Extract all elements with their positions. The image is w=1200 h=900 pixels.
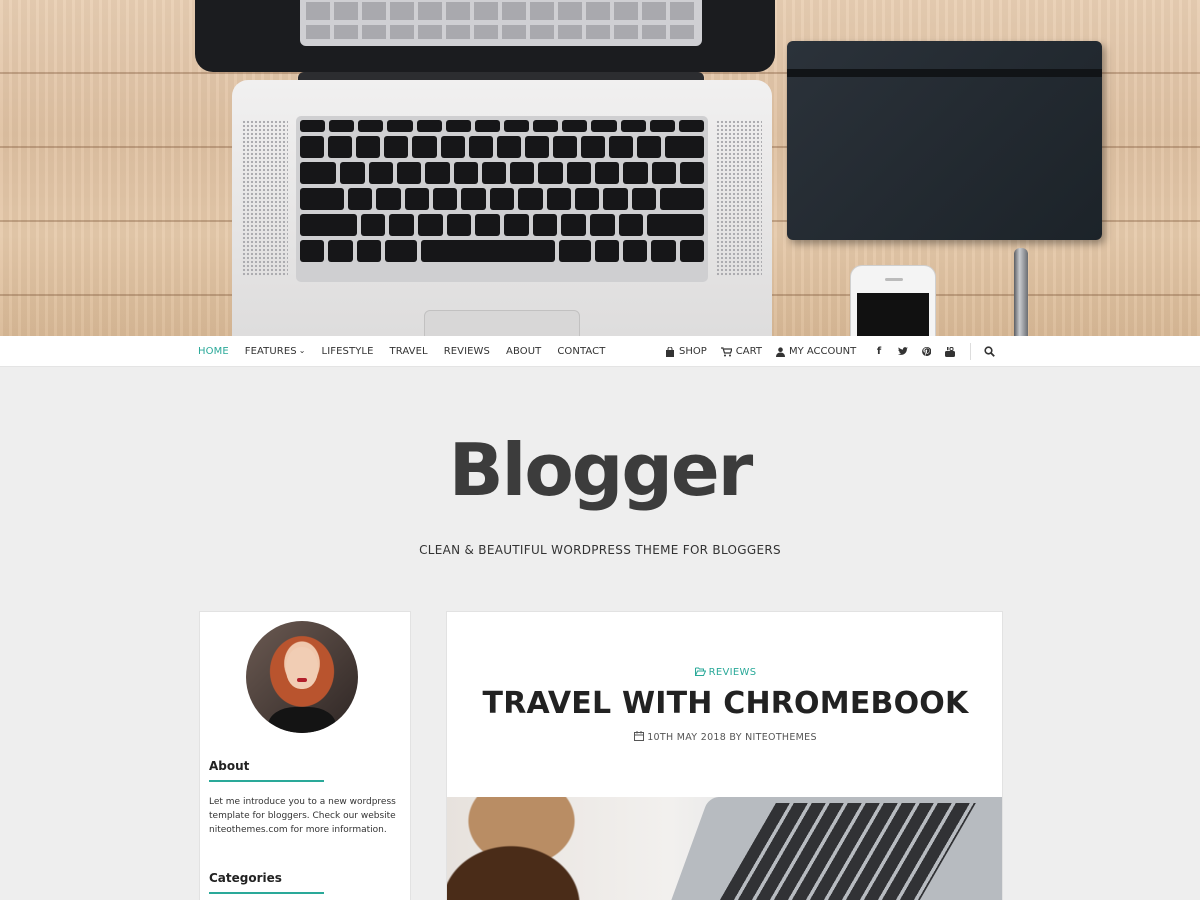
menu-item-home[interactable]: HOME [198,346,229,357]
user-icon [775,346,785,357]
notebook [787,41,1102,240]
pen [1014,248,1028,336]
calendar-icon [634,731,645,741]
twitter-icon[interactable] [898,347,908,356]
post-card: REVIEWS TRAVEL WITH CHROMEBOOK 10TH MAY … [446,611,1003,900]
menu-item-label: FEATURES [244,346,297,357]
laptop-keyboard [296,116,708,282]
coffee-carafe [447,797,637,900]
menu-item-label: REVIEWS [443,346,490,357]
youtube-icon[interactable] [945,346,955,357]
post-featured-image[interactable] [447,797,1002,900]
site-title[interactable]: Blogger [0,428,1200,512]
post-meta: 10TH MAY 2018 BY NITEOTHEMES [447,731,1002,743]
main-navigation: HOME FEATURES ⌄ LIFESTYLE TRAVEL REVIEWS … [0,336,1200,367]
cart-link[interactable]: CART [720,346,762,357]
menu-item-label: TRAVEL [389,346,428,357]
avatar-lips [297,678,307,682]
chevron-down-icon: ⌄ [298,346,306,355]
about-title-underline [209,780,324,782]
laptop-trackpad [424,310,580,336]
menu-item-lifestyle[interactable]: LIFESTYLE [322,346,374,357]
shop-label: SHOP [679,346,707,357]
cart-icon [720,346,732,356]
cart-label: CART [735,346,762,357]
speaker-grille-right [716,120,762,276]
avatar-face [286,647,318,689]
social-links: f [874,346,955,357]
menu-item-label: HOME [198,346,229,357]
my-account-link[interactable]: MY ACCOUNT [775,346,857,357]
post-category[interactable]: REVIEWS [447,667,1002,678]
post-date-author: 10TH MAY 2018 BY NITEOTHEMES [647,732,817,743]
primary-menu: HOME FEATURES ⌄ LIFESTYLE TRAVEL REVIEWS … [198,346,605,357]
nav-divider [970,343,971,360]
post-title[interactable]: TRAVEL WITH CHROMEBOOK [447,686,1002,721]
menu-item-label: ABOUT [506,346,542,357]
shop-menu: SHOP CART MY ACCOUNT [665,346,856,357]
menu-item-reviews[interactable]: REVIEWS [444,346,490,357]
about-widget-title: About [209,759,250,773]
categories-widget-title: Categories [209,871,282,885]
categories-title-underline [209,892,324,894]
pinterest-icon[interactable] [922,346,931,357]
speaker-grille-left [242,120,288,276]
about-widget-text: Let me introduce you to a new wordpress … [209,797,396,835]
folder-open-icon [694,667,706,676]
author-avatar [246,621,358,733]
hero-image [0,0,1200,336]
smartphone [850,265,936,336]
shopping-bag-icon [666,346,674,357]
menu-item-about[interactable]: ABOUT [506,346,541,357]
facebook-icon[interactable]: f [874,346,884,357]
sidebar: About Let me introduce you to a new word… [199,611,411,900]
post-category-label: REVIEWS [708,667,757,678]
my-account-label: MY ACCOUNT [788,346,857,357]
menu-item-travel[interactable]: TRAVEL [390,346,428,357]
menu-item-label: CONTACT [557,346,606,357]
laptop-base [232,80,772,336]
laptop-screen-keys [300,0,702,46]
menu-item-features[interactable]: FEATURES ⌄ [245,346,306,357]
menu-item-label: LIFESTYLE [321,346,374,357]
menu-item-contact[interactable]: CONTACT [557,346,605,357]
site-tagline: CLEAN & BEAUTIFUL WORDPRESS THEME FOR BL… [419,543,781,557]
shop-link[interactable]: SHOP [665,346,707,357]
search-icon[interactable] [984,346,995,357]
